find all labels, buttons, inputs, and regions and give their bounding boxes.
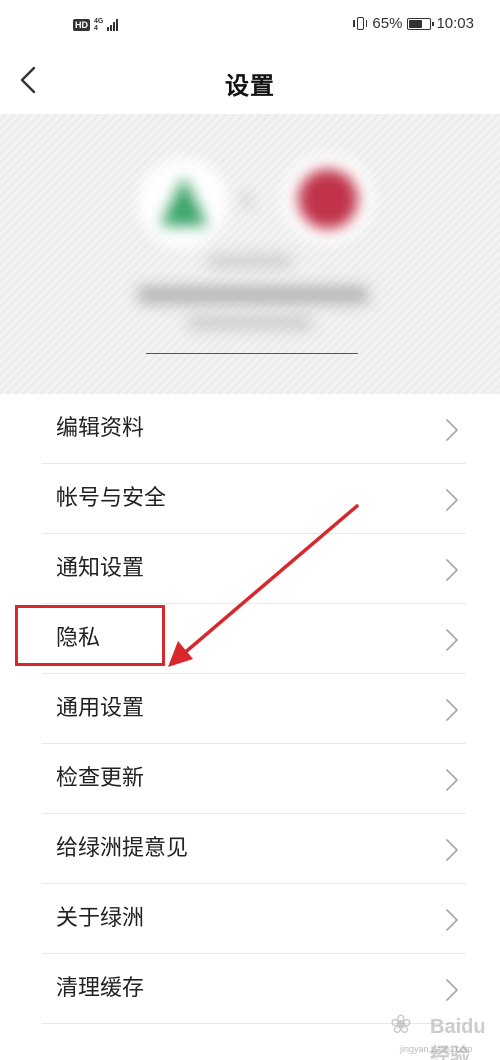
vibrate-icon bbox=[353, 16, 368, 32]
blurred-content: × bbox=[0, 114, 500, 394]
chevron-right-icon bbox=[446, 559, 458, 581]
chevron-right-icon bbox=[446, 839, 458, 861]
battery-percent: 65% bbox=[372, 15, 403, 32]
chevron-right-icon bbox=[446, 629, 458, 651]
settings-item-label: 给绿洲提意见 bbox=[56, 836, 189, 861]
signal-icon bbox=[107, 19, 119, 31]
status-left: HD 4G 4 bbox=[73, 18, 119, 32]
status-right: 65% 10:03 bbox=[353, 15, 474, 32]
left-logo bbox=[138, 158, 228, 248]
chevron-right-icon bbox=[446, 909, 458, 931]
chevron-right-icon bbox=[446, 699, 458, 721]
chevron-right-icon bbox=[446, 979, 458, 1001]
settings-item-label: 关于绿洲 bbox=[56, 906, 145, 931]
watermark-url: jingyan.baidu.com bbox=[400, 1044, 473, 1054]
settings-item-label: 通用设置 bbox=[56, 696, 145, 721]
network-type: 4G 4 bbox=[94, 18, 104, 32]
clock: 10:03 bbox=[436, 15, 474, 32]
settings-item-label: 检查更新 bbox=[56, 766, 145, 791]
settings-item-about[interactable]: 关于绿洲 bbox=[0, 884, 500, 954]
blurred-text-line bbox=[188, 316, 312, 330]
settings-item-label: 通知设置 bbox=[56, 556, 145, 581]
chevron-right-icon bbox=[446, 419, 458, 441]
battery-icon bbox=[407, 17, 435, 30]
status-bar: HD 4G 4 65% 10:03 bbox=[0, 0, 500, 50]
settings-item-feedback[interactable]: 给绿洲提意见 bbox=[0, 814, 500, 884]
chevron-right-icon bbox=[446, 489, 458, 511]
profile-banner: × bbox=[0, 114, 500, 394]
settings-item-label: 清理缓存 bbox=[56, 976, 145, 1001]
right-logo bbox=[283, 154, 373, 244]
settings-item-notifications[interactable]: 通知设置 bbox=[0, 534, 500, 604]
paw-icon: ❀ bbox=[390, 1010, 412, 1040]
settings-item-edit-profile[interactable]: 编辑资料 bbox=[0, 394, 500, 464]
settings-list: 编辑资料 帐号与安全 通知设置 隐私 通用设置 检查更新 给绿洲提意见 关于绿洲 bbox=[0, 394, 500, 1024]
nav-bar: 设置 bbox=[0, 50, 500, 114]
settings-item-check-update[interactable]: 检查更新 bbox=[0, 744, 500, 814]
chevron-right-icon bbox=[446, 769, 458, 791]
hd-badge: HD bbox=[73, 19, 90, 31]
settings-item-label: 帐号与安全 bbox=[56, 486, 167, 511]
page-title: 设置 bbox=[225, 72, 275, 100]
settings-item-account-security[interactable]: 帐号与安全 bbox=[0, 464, 500, 534]
settings-item-label: 编辑资料 bbox=[56, 416, 145, 441]
settings-item-general[interactable]: 通用设置 bbox=[0, 674, 500, 744]
annotation-highlight-box bbox=[15, 605, 165, 666]
blurred-text-line bbox=[208, 254, 292, 268]
baidu-watermark: ❀ Baidu 经验 jingyan.baidu.com bbox=[390, 1010, 498, 1060]
cross-icon: × bbox=[238, 188, 255, 212]
blurred-text-line bbox=[138, 286, 368, 304]
banner-divider bbox=[146, 353, 358, 354]
